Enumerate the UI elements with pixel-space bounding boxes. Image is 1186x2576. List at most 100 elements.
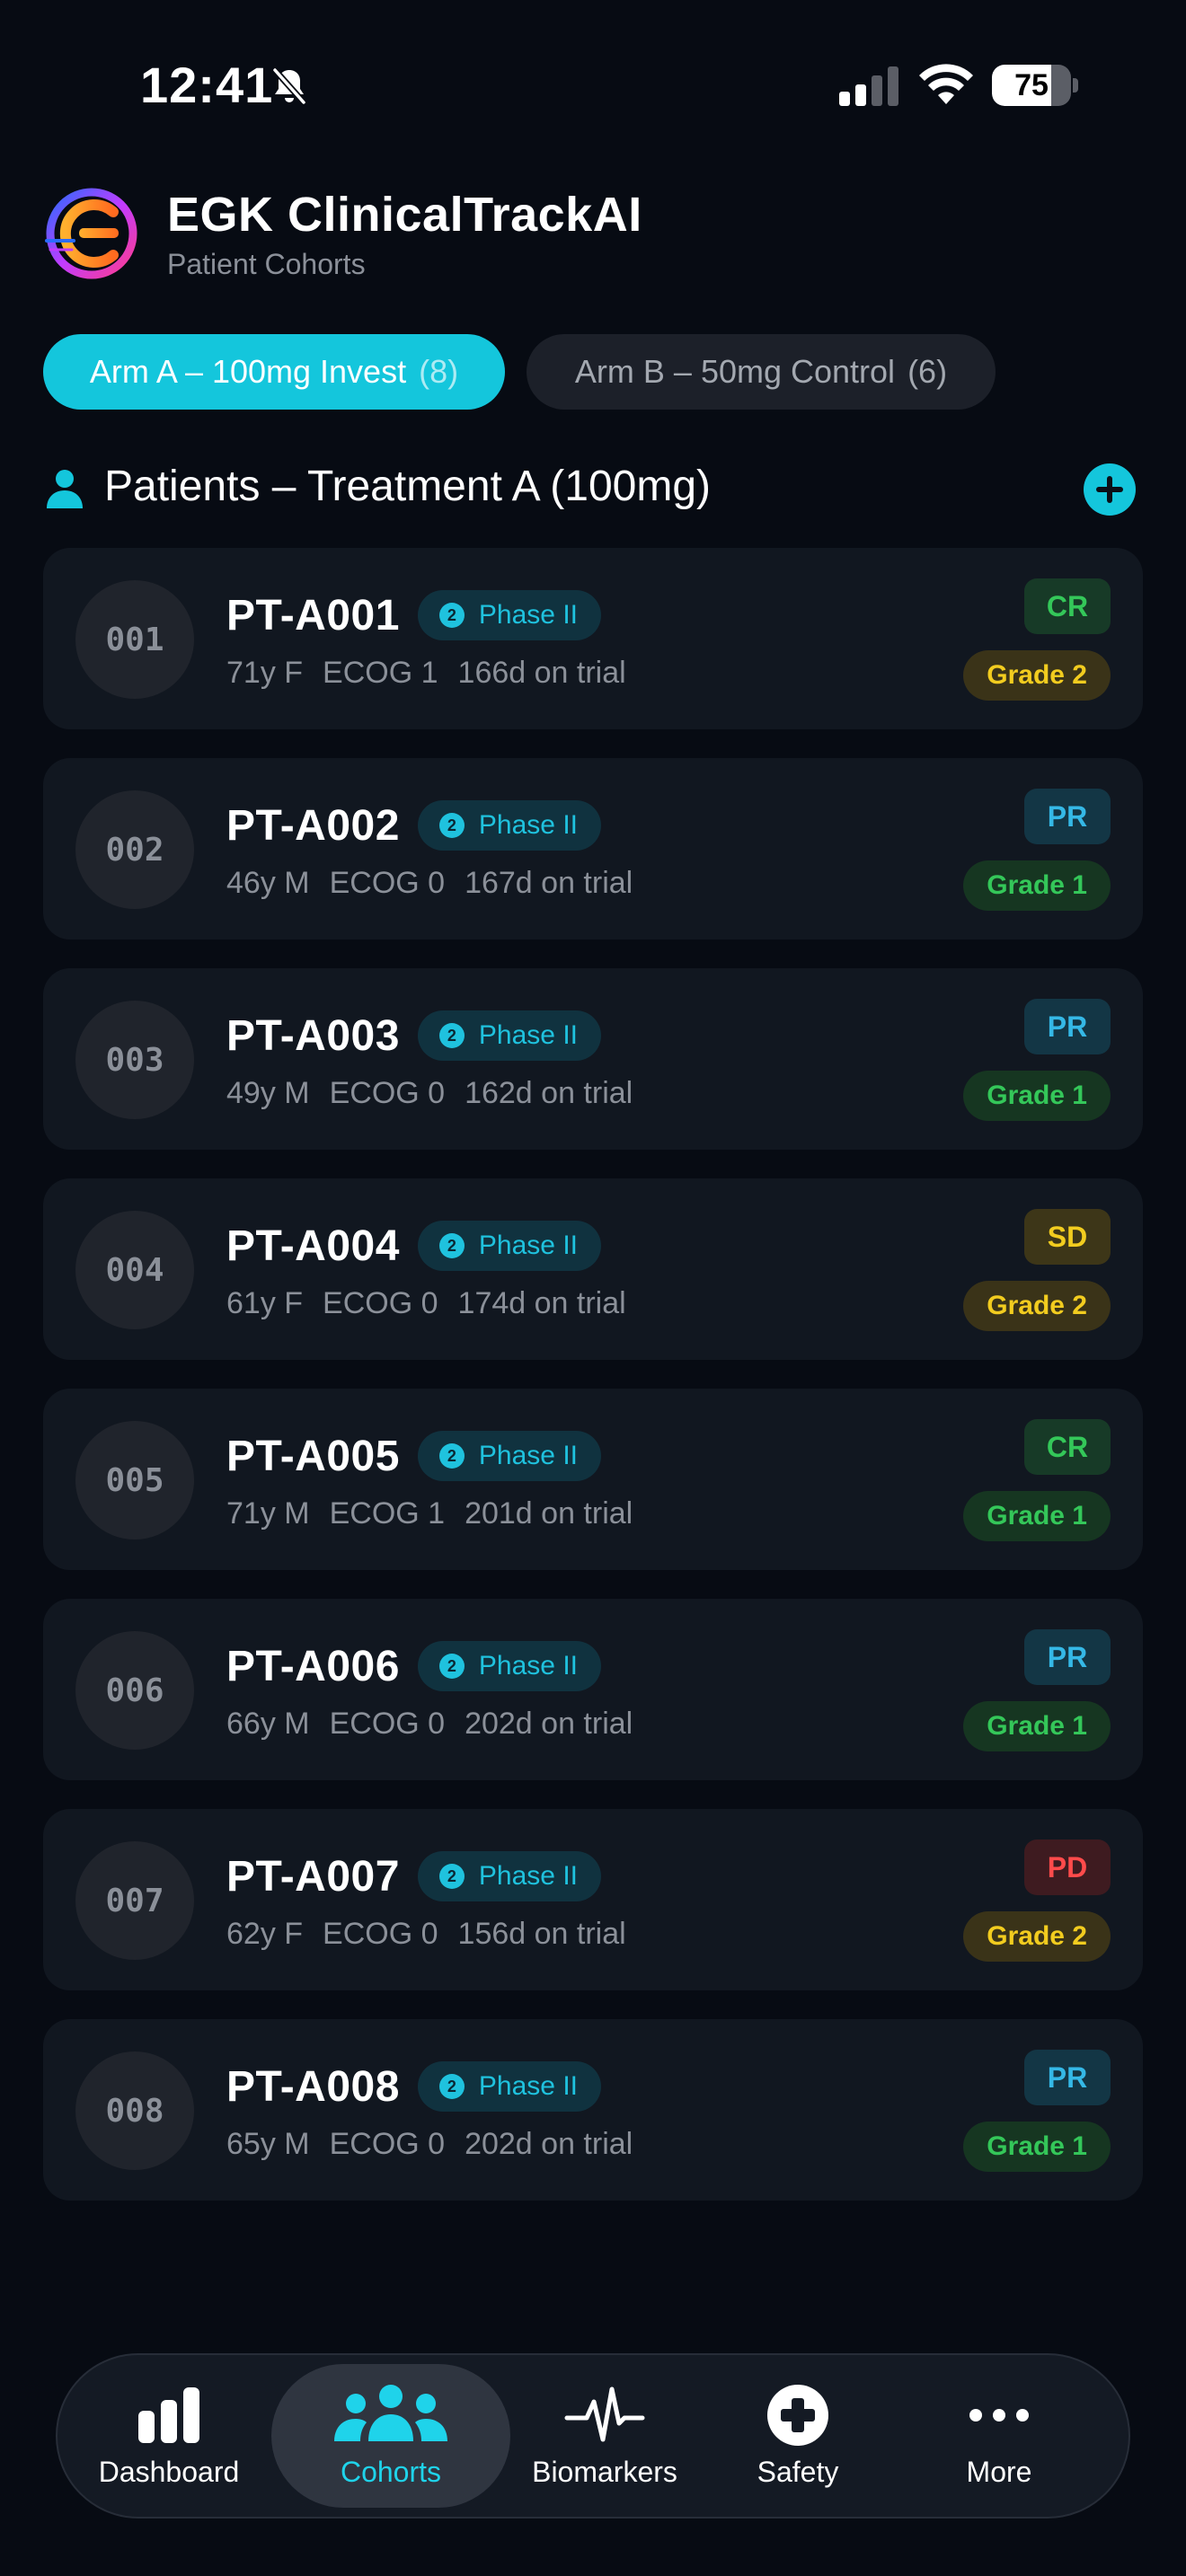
- patient-meta: 62y F ECOG 0 156d on trial: [226, 1917, 646, 1952]
- patient-ecog: ECOG 0: [323, 1917, 438, 1951]
- patient-card[interactable]: 007 PT-A007 2 Phase II 62y F ECOG 0 156d on tr…: [43, 1809, 1143, 1990]
- nav-item-more[interactable]: More: [920, 2364, 1078, 2508]
- phase-number-icon: 2: [438, 603, 465, 628]
- patient-days-on-trial: 162d on trial: [465, 1076, 633, 1110]
- patient-days-on-trial: 201d on trial: [465, 1496, 633, 1531]
- phase-label: Phase II: [478, 1020, 578, 1050]
- patient-avatar: 008: [75, 2051, 194, 2170]
- grade-badge: Grade 1: [963, 2122, 1111, 2172]
- phase-badge: 2 Phase II: [417, 1221, 601, 1271]
- patient-card[interactable]: 001 PT-A001 2 Phase II 71y F ECOG 1 166d on tr…: [43, 548, 1143, 729]
- tab-arm-a-count: (8): [419, 353, 459, 390]
- patient-age-sex: 62y F: [226, 1917, 304, 1951]
- grade-badge: Grade 1: [963, 1701, 1111, 1751]
- nav-item-safety[interactable]: Safety: [719, 2364, 877, 2508]
- patient-card[interactable]: 003 PT-A003 2 Phase II 49y M ECOG 0 162d on tr…: [43, 968, 1143, 1150]
- grade-badge: Grade 1: [963, 1491, 1111, 1541]
- phase-label: Phase II: [478, 810, 578, 840]
- tab-arm-b-label: Arm B – 50mg Control: [574, 353, 896, 390]
- patient-id: PT-A004: [226, 1222, 400, 1270]
- wifi-icon: [919, 64, 973, 104]
- patient-card[interactable]: 006 PT-A006 2 Phase II 66y M ECOG 0 202d on tr…: [43, 1599, 1143, 1780]
- patient-avatar: 007: [75, 1841, 194, 1960]
- patient-id-row: PT-A004 2 Phase II: [226, 1220, 601, 1272]
- phase-badge: 2 Phase II: [417, 1641, 601, 1691]
- patient-age-sex: 61y F: [226, 1286, 304, 1320]
- phase-number-icon: 2: [438, 1023, 465, 1048]
- patient-ecog: ECOG 1: [323, 656, 438, 690]
- phase-label: Phase II: [478, 600, 578, 630]
- phase-number-icon: 2: [438, 813, 465, 838]
- patient-age-sex: 71y M: [226, 1496, 310, 1531]
- phase-badge: 2 Phase II: [417, 1010, 601, 1061]
- patient-ecog: ECOG 1: [329, 1496, 446, 1531]
- response-badge: SD: [1024, 1209, 1111, 1265]
- patient-id: PT-A007: [226, 1852, 400, 1901]
- patient-age-sex: 46y M: [226, 866, 310, 900]
- patient-meta: 49y M ECOG 0 162d on trial: [226, 1076, 652, 1111]
- more-dots-icon: [969, 2408, 1029, 2422]
- phase-badge: 2 Phase II: [417, 590, 601, 640]
- grade-badge: Grade 2: [963, 1281, 1111, 1331]
- phase-number-icon: 2: [438, 1654, 465, 1679]
- patient-id: PT-A008: [226, 2062, 400, 2111]
- patient-id-row: PT-A007 2 Phase II: [226, 1850, 601, 1902]
- patient-card[interactable]: 005 PT-A005 2 Phase II 71y M ECOG 1 201d on tr…: [43, 1389, 1143, 1570]
- patient-avatar: 004: [75, 1211, 194, 1329]
- people-icon: [334, 2384, 447, 2441]
- add-patient-button[interactable]: [1084, 463, 1136, 516]
- patient-id-row: PT-A003 2 Phase II: [226, 1010, 601, 1062]
- person-icon: [47, 470, 83, 508]
- response-badge: PR: [1024, 999, 1111, 1054]
- phase-label: Phase II: [478, 1441, 578, 1470]
- medical-cross-icon: [767, 2384, 828, 2446]
- phase-badge: 2 Phase II: [417, 800, 601, 851]
- phase-label: Phase II: [478, 1861, 578, 1891]
- nav-label-more: More: [966, 2455, 1032, 2488]
- patient-age-sex: 66y M: [226, 1707, 310, 1741]
- tab-arm-b[interactable]: Arm B – 50mg Control (6): [527, 334, 996, 410]
- patient-id-row: PT-A008 2 Phase II: [226, 2060, 601, 2113]
- battery-nub: [1073, 78, 1078, 93]
- nav-item-biomarkers[interactable]: Biomarkers: [512, 2364, 697, 2508]
- patient-avatar: 006: [75, 1631, 194, 1750]
- phase-number-icon: 2: [438, 1233, 465, 1258]
- tab-arm-b-count: (6): [907, 353, 948, 390]
- patient-card[interactable]: 002 PT-A002 2 Phase II 46y M ECOG 0 167d on tr…: [43, 758, 1143, 940]
- patient-card[interactable]: 008 PT-A008 2 Phase II 65y M ECOG 0 202d on tr…: [43, 2019, 1143, 2201]
- pulse-icon: [564, 2386, 645, 2441]
- patient-meta: 66y M ECOG 0 202d on trial: [226, 1707, 652, 1742]
- bottom-nav: Dashboard Cohorts Biomarkers Safety More: [56, 2353, 1130, 2519]
- grade-badge: Grade 2: [963, 650, 1111, 701]
- grade-badge: Grade 1: [963, 860, 1111, 911]
- patient-id: PT-A005: [226, 1432, 400, 1480]
- patient-ecog: ECOG 0: [329, 1707, 446, 1741]
- patient-card[interactable]: 004 PT-A004 2 Phase II 61y F ECOG 0 174d on tr…: [43, 1178, 1143, 1360]
- tab-arm-a-label: Arm A – 100mg Invest: [89, 353, 407, 390]
- tab-arm-a[interactable]: Arm A – 100mg Invest (8): [43, 334, 505, 410]
- patient-meta: 65y M ECOG 0 202d on trial: [226, 2127, 652, 2162]
- nav-item-cohorts[interactable]: Cohorts: [271, 2364, 510, 2508]
- patient-ecog: ECOG 0: [329, 1076, 446, 1110]
- phase-badge: 2 Phase II: [417, 1431, 601, 1481]
- nav-label-biomarkers: Biomarkers: [532, 2455, 677, 2488]
- patient-ecog: ECOG 0: [329, 2127, 446, 2161]
- patient-id: PT-A006: [226, 1642, 400, 1690]
- patient-id-row: PT-A001 2 Phase II: [226, 589, 601, 641]
- cellular-signal-icon: [839, 66, 898, 106]
- patient-meta: 71y M ECOG 1 201d on trial: [226, 1496, 652, 1531]
- app-logo-icon: [45, 188, 137, 279]
- phase-badge: 2 Phase II: [417, 2061, 601, 2112]
- bell-muted-icon: [272, 67, 306, 105]
- patient-days-on-trial: 202d on trial: [465, 1707, 633, 1741]
- grade-badge: Grade 1: [963, 1071, 1111, 1121]
- patient-avatar: 001: [75, 580, 194, 699]
- response-badge: PR: [1024, 2050, 1111, 2105]
- phase-badge: 2 Phase II: [417, 1851, 601, 1901]
- patient-id-row: PT-A006 2 Phase II: [226, 1640, 601, 1692]
- patient-days-on-trial: 167d on trial: [465, 866, 633, 900]
- nav-item-dashboard[interactable]: Dashboard: [90, 2364, 248, 2508]
- patient-id: PT-A003: [226, 1011, 400, 1060]
- patient-age-sex: 49y M: [226, 1076, 310, 1110]
- patient-meta: 71y F ECOG 1 166d on trial: [226, 656, 646, 691]
